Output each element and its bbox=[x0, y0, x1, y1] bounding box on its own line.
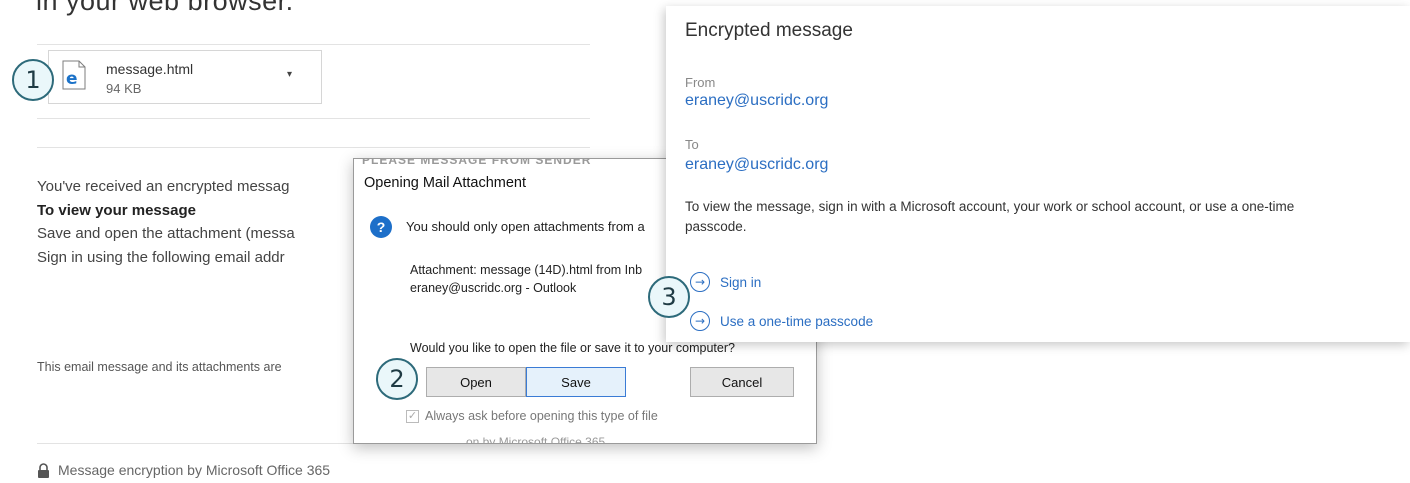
footer: Message encryption by Microsoft Office 3… bbox=[37, 462, 330, 478]
dialog-background-text: PLEASE MESSAGE FROM SENDER bbox=[362, 158, 592, 167]
dialog-attachment-source: eraney@uscridc.org - Outlook bbox=[410, 281, 577, 295]
encrypted-info-text-continued: passcode. bbox=[685, 219, 747, 234]
encrypted-info-text: To view the message, sign in with a Micr… bbox=[685, 199, 1295, 214]
divider bbox=[37, 44, 590, 45]
svg-text:e: e bbox=[66, 69, 78, 89]
email-instruction-2: Sign in using the following email addr bbox=[37, 249, 285, 266]
cancel-button[interactable]: Cancel bbox=[690, 367, 794, 397]
attachment-file-name: message.html bbox=[106, 61, 194, 77]
open-button[interactable]: Open bbox=[426, 367, 526, 397]
always-ask-checkbox[interactable]: ✓ Always ask before opening this type of… bbox=[406, 409, 658, 423]
sign-in-label: Sign in bbox=[720, 274, 762, 290]
page-caption: in your web browser. bbox=[36, 0, 294, 16]
dialog-title: Opening Mail Attachment bbox=[364, 175, 527, 191]
chevron-down-icon[interactable]: ▾ bbox=[287, 69, 292, 80]
dialog-warning: You should only open attachments from a bbox=[406, 219, 645, 234]
one-time-passcode-link[interactable]: → Use a one-time passcode bbox=[690, 311, 873, 331]
step-badge-3: 3 bbox=[648, 276, 690, 318]
dialog-attachment-line: Attachment: message (14D).html from Inb bbox=[410, 263, 643, 277]
to-label: To bbox=[685, 137, 699, 152]
lock-icon bbox=[38, 462, 49, 478]
save-button[interactable]: Save bbox=[526, 367, 626, 397]
step-badge-1: 1 bbox=[12, 59, 54, 101]
dialog-background-footer-text: on by Microsoft Office 365 bbox=[466, 435, 606, 444]
arrow-right-icon: → bbox=[690, 272, 710, 292]
footer-text: Message encryption by Microsoft Office 3… bbox=[58, 462, 331, 478]
email-intro-text: You've received an encrypted messag bbox=[37, 178, 290, 195]
checkbox-label: Always ask before opening this type of f… bbox=[425, 409, 658, 423]
from-label: From bbox=[685, 75, 716, 90]
attachment-card[interactable]: e message.html 94 KB ▾ bbox=[48, 50, 322, 104]
email-heading: To view your message bbox=[37, 202, 196, 219]
divider bbox=[37, 147, 590, 148]
arrow-right-icon: → bbox=[690, 311, 710, 331]
divider bbox=[37, 118, 590, 119]
one-time-passcode-label: Use a one-time passcode bbox=[720, 313, 874, 329]
email-instruction-1: Save and open the attachment (messa bbox=[37, 225, 295, 242]
checkbox-check-icon: ✓ bbox=[406, 409, 419, 423]
question-icon: ? bbox=[370, 216, 392, 238]
ie-file-icon: e bbox=[62, 60, 86, 90]
from-address: eraney@uscridc.org bbox=[685, 92, 829, 109]
attachment-file-size: 94 KB bbox=[106, 81, 142, 96]
dialog-question: Would you like to open the file or save … bbox=[410, 341, 735, 355]
to-address: eraney@uscridc.org bbox=[685, 156, 829, 173]
sign-in-link[interactable]: → Sign in bbox=[690, 272, 761, 292]
encrypted-message-title: Encrypted message bbox=[685, 20, 853, 41]
email-disclaimer: This email message and its attachments a… bbox=[37, 360, 282, 374]
encrypted-message-panel: Encrypted message From eraney@uscridc.or… bbox=[666, 6, 1410, 342]
step-badge-2: 2 bbox=[376, 358, 418, 400]
